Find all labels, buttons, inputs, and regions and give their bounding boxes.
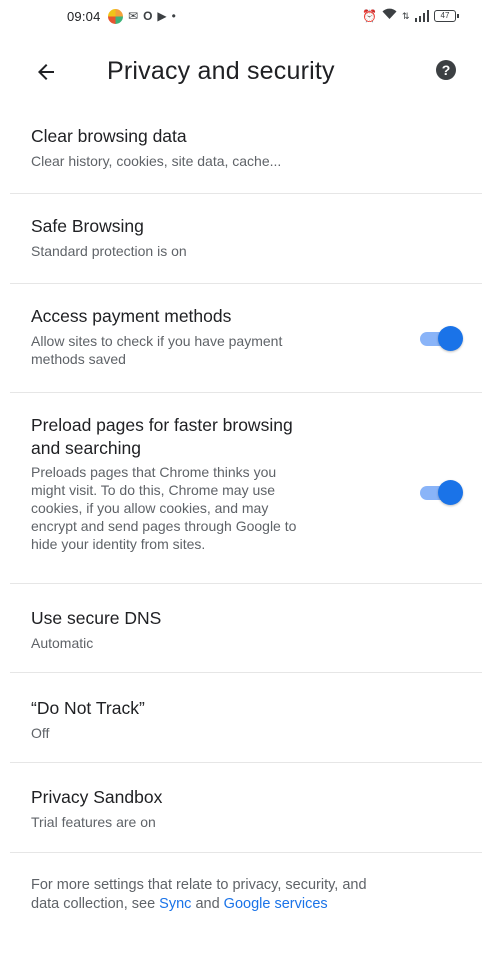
google-services-link[interactable]: Google services [224,896,328,912]
circle-icon: O [143,9,153,23]
help-icon: ? [436,60,456,80]
help-button[interactable]: ? [434,58,458,82]
footer-prefix: data collection, see [31,896,160,912]
setting-title-line: and searching [31,438,141,458]
setting-subtitle: Trial features are on [31,814,156,830]
setting-subtitle: Off [31,725,50,741]
setting-title: Safe Browsing [31,216,144,236]
status-bar: 09:04 ✉ O ▶ • ⏰ ⇅ 47 [0,0,482,34]
setting-title: Access payment methods [31,306,232,326]
setting-access-payment-methods[interactable]: Access payment methods Allow sites to ch… [0,284,482,392]
setting-secure-dns[interactable]: Use secure DNS Automatic [0,584,482,672]
setting-privacy-sandbox[interactable]: Privacy Sandbox Trial features are on [0,763,482,851]
wifi-icon [382,8,397,24]
play-icon: ▶ [157,9,167,23]
setting-title: Clear browsing data [31,126,187,146]
setting-title: “Do Not Track” [31,698,145,718]
battery-level: 47 [440,11,450,20]
setting-title: Use secure DNS [31,608,162,628]
setting-title-line: Preload pages for faster browsing [31,415,293,435]
setting-subtitle-line: encrypt and send pages through Google to [31,518,297,534]
sync-link[interactable]: Sync [159,896,191,912]
app-icon [108,8,123,24]
setting-subtitle: Clear history, cookies, site data, cache… [31,153,282,169]
setting-clear-browsing-data[interactable]: Clear browsing data Clear history, cooki… [0,104,482,192]
setting-subtitle-line: Allow sites to check if you have payment [31,333,283,349]
footer-line-1: For more settings that relate to privacy… [31,877,367,893]
arrow-left-icon [38,64,54,80]
alarm-icon: ⏰ [362,9,377,23]
setting-subtitle-line: Preloads pages that Chrome thinks you [31,464,277,480]
app-bar: Privacy and security ? [0,40,482,102]
setting-subtitle-line: methods saved [31,351,126,367]
data-icon: ⇅ [401,11,410,21]
page-title: Privacy and security [107,57,335,85]
setting-subtitle-line: might visit. To do this, Chrome may use [31,482,276,498]
mail-icon: ✉ [128,9,139,23]
setting-title: Privacy Sandbox [31,787,163,807]
status-time: 09:04 [67,9,101,24]
signal-icon [414,10,429,22]
footer-text: For more settings that relate to privacy… [31,876,471,914]
setting-subtitle-line: hide your identity from sites. [31,536,206,552]
toggle-thumb [438,480,463,505]
setting-safe-browsing[interactable]: Safe Browsing Standard protection is on [0,194,482,282]
setting-subtitle-line: cookies, if you allow cookies, and may [31,500,269,516]
toggle-thumb [438,326,463,351]
dot-icon: • [171,9,176,23]
setting-subtitle: Standard protection is on [31,243,187,259]
battery-icon: 47 [434,10,459,22]
status-right-icons: ⏰ ⇅ 47 [362,8,459,24]
footer-line-2: data collection, see Sync and Google ser… [31,895,471,914]
setting-subtitle: Automatic [31,635,94,651]
preload-pages-toggle[interactable] [420,480,464,505]
footer-and: and [191,896,224,912]
status-left-icons: ✉ O ▶ • [108,8,176,24]
divider [10,852,482,853]
payment-methods-toggle[interactable] [420,326,464,351]
screen: 09:04 ✉ O ▶ • ⏰ ⇅ 47 Privacy and securit… [0,0,482,954]
setting-do-not-track[interactable]: “Do Not Track” Off [0,673,482,761]
back-button[interactable] [28,54,64,90]
setting-preload-pages[interactable]: Preload pages for faster browsing and se… [0,393,482,583]
